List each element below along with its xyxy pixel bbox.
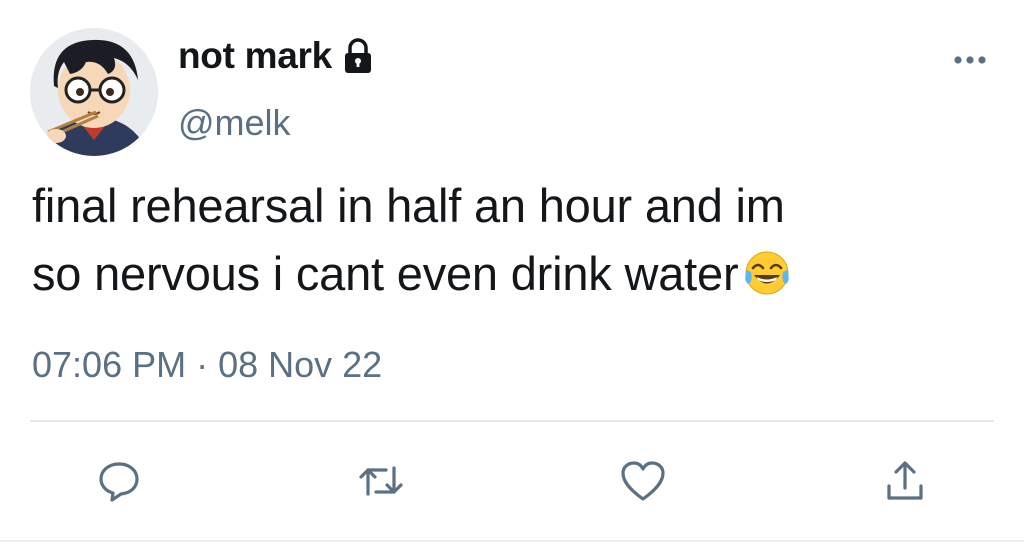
display-name[interactable]: not mark (178, 35, 332, 77)
tweet-timestamp[interactable]: 07:06 PM · 08 Nov 22 (32, 344, 382, 386)
lock-icon (342, 38, 374, 74)
like-icon (619, 459, 667, 508)
divider (30, 420, 994, 422)
tweet-card: not mark @melk final rehearsal in half a… (0, 0, 1024, 556)
user-handle[interactable]: @melk (178, 102, 374, 144)
reply-icon (96, 458, 142, 509)
bottom-border (0, 540, 1024, 542)
retweet-button[interactable] (356, 458, 406, 508)
face-with-tears-of-joy-icon (742, 248, 792, 298)
retweet-icon (356, 458, 406, 509)
name-row: not mark (178, 34, 374, 78)
tweet-text-segment: so nervous i cant even drink water (32, 247, 739, 300)
share-button[interactable] (880, 458, 930, 508)
tweet-text-line: so nervous i cant even drink water (32, 240, 992, 308)
tweet-text: final rehearsal in half an hour and im s… (32, 172, 992, 308)
like-button[interactable] (618, 458, 668, 508)
reply-button[interactable] (94, 458, 144, 508)
action-bar (0, 450, 1024, 520)
more-icon[interactable] (950, 52, 990, 68)
share-icon (882, 458, 928, 509)
tweet-text-line: final rehearsal in half an hour and im (32, 179, 785, 232)
avatar[interactable] (30, 28, 158, 156)
tweet-header: not mark @melk (178, 34, 374, 144)
